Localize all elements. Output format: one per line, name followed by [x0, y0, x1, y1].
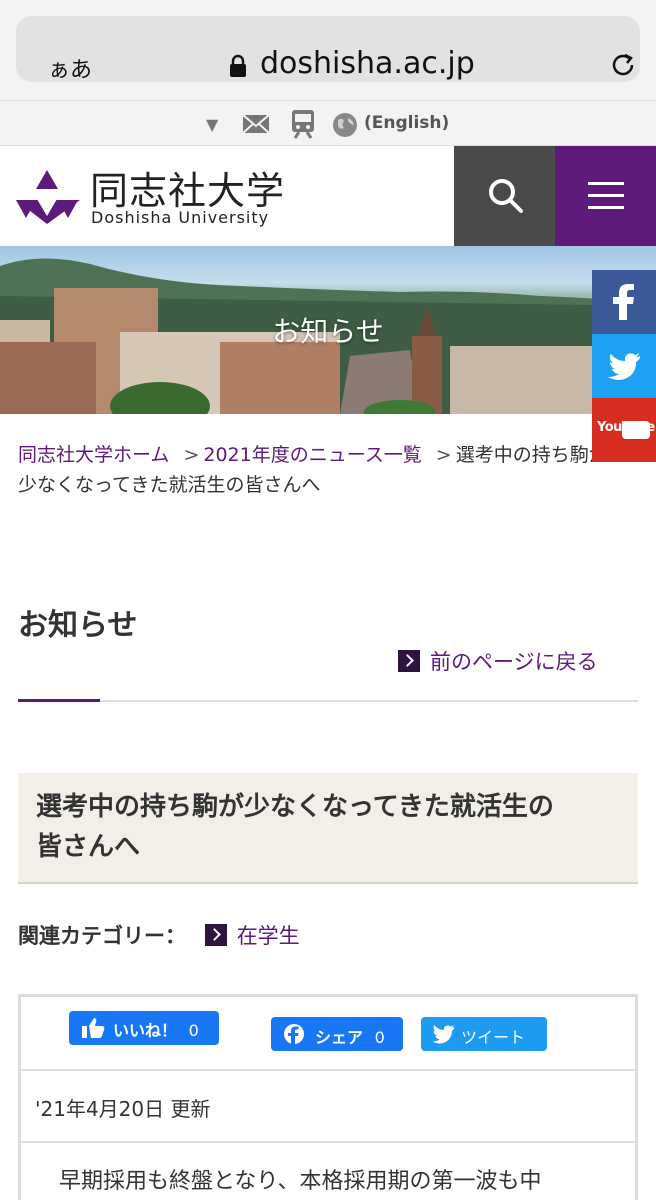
logo-text-jp[interactable]: 同志社大学 — [90, 160, 285, 215]
train-icon[interactable] — [290, 109, 316, 139]
like-count: 0 — [188, 1021, 199, 1040]
breadcrumb-home[interactable]: 同志社大学ホーム — [18, 444, 169, 466]
utility-nav: ▼ (English) — [0, 100, 656, 146]
search-button[interactable] — [454, 146, 555, 246]
doshisha-logo-icon[interactable] — [14, 168, 80, 226]
facebook-share-button[interactable]: シェア 0 — [271, 1017, 403, 1051]
twitter-icon — [608, 353, 640, 380]
section-title: お知らせ — [18, 608, 138, 643]
back-link[interactable]: 前のページに戻る — [398, 646, 598, 676]
facebook-icon — [284, 1024, 304, 1044]
search-icon — [489, 179, 523, 213]
article-title-line1: 選考中の持ち駒が少なくなってきた就活生の — [36, 792, 554, 822]
thumbs-up-icon — [82, 1018, 105, 1038]
breadcrumb: 同志社大学ホーム>2021年度のニュース一覧>選考中の持ち駒が 少なくなってきた… — [18, 440, 638, 500]
updated-date: '21年4月20日 更新 — [21, 1071, 635, 1143]
mail-icon[interactable] — [242, 113, 270, 135]
english-link[interactable]: (English) — [364, 113, 449, 133]
tweet-button[interactable]: ツイート — [421, 1017, 547, 1051]
article-title-line2: 皆さんへ — [36, 832, 141, 862]
article-title: 選考中の持ち駒が少なくなってきた就活生の 皆さんへ — [18, 773, 638, 884]
reload-icon[interactable] — [608, 50, 638, 80]
tweet-label: ツイート — [461, 1028, 526, 1047]
category-link[interactable]: 在学生 — [204, 924, 300, 948]
article-body-box: いいね！ 0 シェア 0 ツイート '21年4月20日 更新 早期採用も終盤とな… — [18, 994, 638, 1200]
back-link-label: 前のページに戻る — [430, 650, 598, 674]
chevron-right-icon — [204, 924, 227, 946]
divider — [18, 700, 638, 702]
browser-address-bar: ぁあ doshisha.ac.jp — [0, 0, 656, 100]
facebook-button[interactable] — [592, 270, 656, 334]
logo-text-en[interactable]: Doshisha University — [91, 208, 269, 227]
breadcrumb-separator: > — [435, 444, 452, 466]
twitter-button[interactable] — [592, 334, 656, 398]
category-link-label: 在学生 — [236, 924, 300, 948]
like-label: いいね！ — [113, 1021, 178, 1040]
article-body-text: 早期採用も終盤となり、本格採用期の第一波も中 — [59, 1169, 542, 1194]
hero-title: お知らせ — [272, 315, 384, 348]
site-header: 同志社大学 Doshisha University — [0, 146, 656, 246]
category-label: 関連カテゴリー： — [18, 924, 186, 948]
chevron-right-icon — [398, 650, 420, 672]
url-field[interactable]: ぁあ doshisha.ac.jp — [16, 16, 640, 84]
share-count: 0 — [374, 1028, 385, 1047]
reader-settings-button[interactable]: ぁあ — [48, 52, 92, 84]
breadcrumb-current-line2: 少なくなってきた就活生の皆さんへ — [18, 474, 321, 496]
menu-button[interactable] — [555, 146, 656, 246]
hamburger-icon — [588, 182, 624, 185]
hero-banner: お知らせ — [0, 246, 656, 414]
twitter-icon — [433, 1025, 455, 1044]
youtube-label: YouTube — [597, 420, 655, 435]
dropdown-triangle-icon[interactable]: ▼ — [206, 115, 218, 134]
share-row: いいね！ 0 シェア 0 ツイート — [21, 997, 635, 1071]
divider-accent — [18, 699, 100, 702]
facebook-icon — [613, 284, 634, 320]
globe-icon[interactable] — [332, 112, 358, 138]
breadcrumb-current: 選考中の持ち駒が — [455, 444, 592, 466]
breadcrumb-separator: > — [183, 444, 200, 466]
breadcrumb-news-list[interactable]: 2021年度のニュース一覧 — [203, 444, 421, 466]
facebook-like-button[interactable]: いいね！ 0 — [69, 1011, 219, 1045]
lock-icon — [230, 54, 246, 77]
url-text: doshisha.ac.jp — [260, 46, 475, 81]
share-label: シェア — [315, 1028, 364, 1047]
related-categories: 関連カテゴリー： 在学生 — [18, 920, 300, 950]
